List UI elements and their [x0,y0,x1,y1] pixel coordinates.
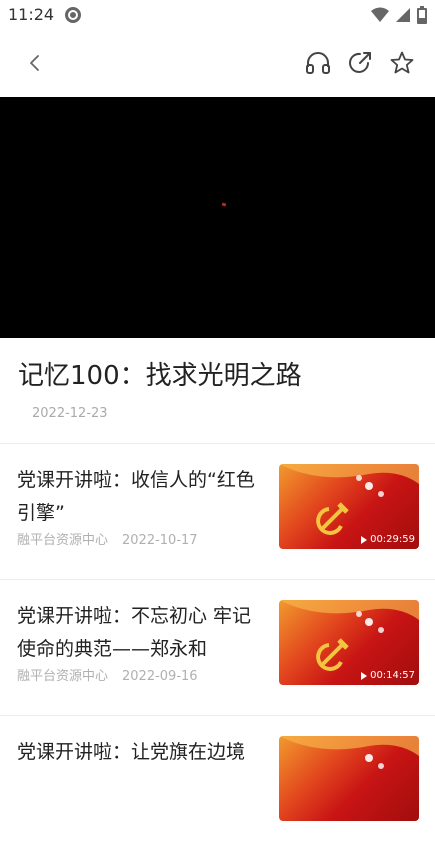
headphones-icon [306,52,330,74]
news-date: 2022-09-16 [122,669,198,684]
video-duration: 00:29:59 [361,534,415,545]
app-icon [64,6,82,24]
news-date: 2022-10-17 [122,533,198,548]
news-thumbnail[interactable] [279,736,419,821]
video-player[interactable] [0,97,435,338]
back-button[interactable] [20,48,50,78]
listen-button[interactable] [303,48,333,78]
back-icon [30,55,39,71]
news-thumbnail[interactable]: 00:14:57 [279,600,419,685]
news-source: 融平台资源中心 [17,533,109,548]
news-item[interactable]: 党课开讲啦：不忘初心 牢记使命的典范——郑永和 融平台资源中心 2022-09-1… [0,580,435,716]
wifi-icon [371,7,389,27]
toolbar [0,30,435,96]
news-title: 党课开讲啦：让党旗在边境 [17,741,246,763]
news-thumbnail[interactable]: 00:29:59 [279,464,419,549]
duration-text: 00:14:57 [370,670,415,681]
play-icon [361,671,368,680]
party-flag-icon [279,736,419,769]
favorite-button[interactable] [387,48,417,78]
status-bar: 11:24 [0,0,435,30]
article-date: 2022-12-23 [32,406,108,421]
video-frame-speck [221,202,227,207]
news-item[interactable]: 党课开讲啦：让党旗在边境 [0,716,435,852]
star-icon [390,51,414,74]
status-time: 11:24 [8,5,55,24]
news-meta: 融平台资源中心 2022-09-16 [17,665,198,684]
signal-icon [395,7,411,27]
news-source: 融平台资源中心 [17,669,109,684]
share-icon [349,52,371,73]
battery-icon [417,6,427,28]
news-title: 党课开讲啦：不忘初心 牢记使命的典范——郑永和 [17,605,252,660]
share-button[interactable] [345,48,375,78]
news-title: 党课开讲啦：收信人的“红色引擎” [17,469,255,524]
article-title: 记忆100：找求光明之路 [18,361,302,391]
news-meta: 融平台资源中心 2022-10-17 [17,529,198,548]
play-icon [361,535,368,544]
status-icons [371,6,427,28]
news-item[interactable]: 党课开讲啦：收信人的“红色引擎” 融平台资源中心 2022-10-17 00:29… [0,444,435,580]
video-duration: 00:14:57 [361,670,415,681]
duration-text: 00:29:59 [370,534,415,545]
